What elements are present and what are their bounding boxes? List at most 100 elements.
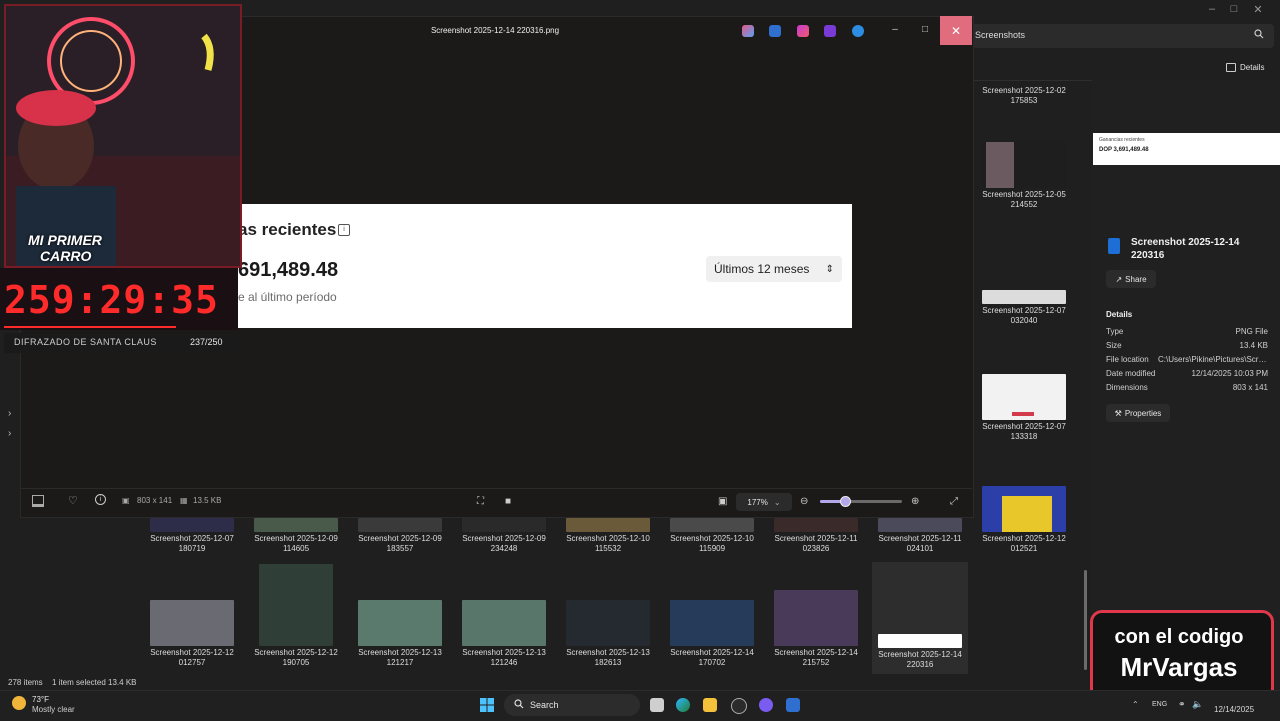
close-button[interactable]: ✕ [940, 16, 972, 45]
input-language[interactable]: ENG [1152, 701, 1167, 708]
file-thumbnail-selected[interactable]: Screenshot 2025-12-14 220316 [872, 562, 968, 674]
details-pane [1092, 80, 1280, 680]
share-button[interactable]: ↗ Share [1106, 270, 1156, 288]
photos-app-icon[interactable] [786, 698, 800, 712]
thumbnail-image [982, 290, 1066, 304]
file-thumbnail[interactable]: Screenshot 2025-12-07 032040 [976, 290, 1072, 326]
details-value: 803 x 141 [1232, 383, 1268, 392]
file-name: Screenshot 2025-12-13 121246 [462, 648, 546, 667]
chevron-right-icon[interactable]: › [8, 428, 11, 439]
copilot-icon[interactable] [742, 25, 754, 37]
file-thumbnail[interactable]: Screenshot 2025-12-02 175853 [976, 84, 1072, 106]
zoom-level-dropdown[interactable]: 177% ⌄ [736, 493, 792, 511]
file-thumbnail[interactable]: Screenshot 2025-12-13 182613 [560, 600, 656, 668]
cam-banner-line1: MI PRIMER [28, 232, 102, 248]
minimize-icon[interactable]: – [884, 24, 906, 38]
clock-date[interactable]: 12/14/2025 [1214, 705, 1254, 714]
details-heading: Details [1106, 310, 1133, 319]
maximize-icon[interactable]: □ [1224, 3, 1244, 17]
edit-image-icon[interactable] [769, 25, 781, 37]
promo-text-line1: con el codigo [1114, 626, 1244, 648]
search-icon[interactable] [1254, 29, 1266, 41]
file-name: Screenshot 2025-12-10 115909 [670, 534, 754, 553]
file-thumbnail[interactable]: Screenshot 2025-12-14 215752 [768, 590, 864, 668]
details-label: Size [1106, 341, 1122, 350]
details-value: 12/14/2025 10:03 PM [1191, 369, 1268, 378]
fit-to-window-icon[interactable]: ⛶ [477, 496, 484, 507]
start-icon[interactable] [480, 698, 494, 712]
zoom-slider-thumb[interactable] [839, 496, 851, 507]
file-name: Screenshot 2025-12-09 114605 [254, 534, 338, 553]
file-explorer-icon[interactable] [703, 698, 717, 712]
heart-icon[interactable]: ♡ [68, 494, 78, 507]
minimize-icon[interactable]: – [1202, 3, 1222, 17]
zoom-out-icon[interactable]: ⊖ [800, 496, 808, 507]
file-thumbnail[interactable]: Screenshot 2025-12-12 012757 [144, 600, 240, 668]
scrollbar[interactable] [1084, 570, 1087, 670]
file-size-icon: ▦ [180, 496, 188, 505]
chrome-icon[interactable] [731, 698, 747, 714]
volume-icon[interactable]: 🔈 [1192, 699, 1203, 710]
zoom-level: 177% [747, 497, 768, 507]
chevron-up-icon[interactable]: ⌃ [1132, 700, 1139, 709]
close-icon[interactable]: ✕ [1248, 3, 1268, 17]
onedrive-icon[interactable] [852, 25, 864, 37]
properties-button[interactable]: ⚒ Properties [1106, 404, 1170, 422]
file-thumbnail[interactable]: Screenshot 2025-12-11 023826 [768, 518, 864, 554]
designer-icon[interactable] [824, 25, 836, 37]
clipchamp-icon[interactable] [797, 25, 809, 37]
chevron-down-icon: ⌄ [773, 497, 781, 507]
details-value: C:\Users\Pikine\Pictures\Scre... [1158, 355, 1268, 364]
file-thumbnail[interactable]: Screenshot 2025-12-11 024101 [872, 518, 968, 554]
file-thumbnail[interactable]: Screenshot 2025-12-07 133318 [976, 374, 1072, 442]
details-row: Dimensions 803 x 141 [1106, 383, 1268, 392]
wifi-icon[interactable]: ⚭ [1178, 699, 1186, 710]
expand-icon[interactable]: ⤢ [950, 496, 958, 507]
thumbnail-image [462, 518, 546, 532]
file-thumbnail[interactable]: Screenshot 2025-12-09 183557 [352, 518, 448, 554]
file-thumbnail[interactable]: Screenshot 2025-12-13 121246 [456, 600, 552, 668]
taskbar [0, 690, 1280, 721]
details-toggle-button[interactable]: Details [1226, 60, 1264, 74]
weather-icon[interactable] [12, 696, 26, 710]
promo-code: MrVargas [1120, 652, 1238, 682]
discord-icon[interactable] [759, 698, 773, 712]
file-thumbnail[interactable]: Screenshot 2025-12-10 115532 [560, 518, 656, 554]
file-name: Screenshot 2025-12-10 115532 [566, 534, 650, 553]
file-thumbnail[interactable]: Screenshot 2025-12-09 234248 [456, 518, 552, 554]
image-dimensions: 803 x 141 [137, 496, 173, 505]
file-name: Screenshot 2025-12-13 182613 [566, 648, 650, 667]
maximize-icon[interactable]: □ [914, 24, 936, 38]
thumbnail-image [150, 518, 234, 532]
file-thumbnail[interactable]: Screenshot 2025-12-12 190705 [248, 564, 344, 668]
image-file-icon [1108, 238, 1120, 254]
file-thumbnail[interactable]: Screenshot 2025-12-14 170702 [664, 600, 760, 668]
file-thumbnail[interactable]: Screenshot 2025-12-12 012521 [976, 486, 1072, 554]
webcam-feed-image [6, 6, 240, 266]
photos-window-title: Screenshot 2025-12-14 220316.png [430, 26, 560, 35]
file-name: Screenshot 2025-12-02 175853 [982, 86, 1066, 105]
file-thumbnail[interactable]: Screenshot 2025-12-09 114605 [248, 518, 344, 554]
task-view-icon[interactable] [650, 698, 664, 712]
taskbar-search[interactable]: Search [504, 694, 640, 716]
file-thumbnail[interactable]: Screenshot 2025-12-07 180719 [144, 518, 240, 554]
thumbnail-image [462, 600, 546, 646]
details-preview-image: Ganancias recientes DOP 3,691,489.48 [1093, 133, 1280, 165]
info-icon[interactable]: i [95, 494, 106, 505]
edge-icon[interactable] [676, 698, 690, 712]
file-thumbnail[interactable]: Screenshot 2025-12-13 121217 [352, 600, 448, 668]
zoom-in-icon[interactable]: ⊕ [911, 496, 919, 507]
file-name: Screenshot 2025-12-14 220316 [878, 650, 962, 669]
image-period-dropdown: Últimos 12 meses ⇕ [706, 256, 842, 282]
weather-temperature: 73°F [32, 695, 49, 704]
thumbnail-image [566, 600, 650, 646]
preview-amount: DOP 3,691,489.48 [1099, 147, 1149, 153]
chevron-right-icon[interactable]: › [8, 408, 11, 419]
fit-icon[interactable]: ▣ [718, 496, 727, 507]
filmstrip-icon[interactable] [32, 495, 44, 507]
file-name: Screenshot 2025-12-09 183557 [358, 534, 442, 553]
actual-size-icon[interactable]: ■ [505, 496, 511, 507]
taskbar-search-label: Search [530, 700, 559, 710]
file-thumbnail[interactable]: Screenshot 2025-12-10 115909 [664, 518, 760, 554]
file-thumbnail[interactable]: Screenshot 2025-12-05 214552 [976, 142, 1072, 210]
